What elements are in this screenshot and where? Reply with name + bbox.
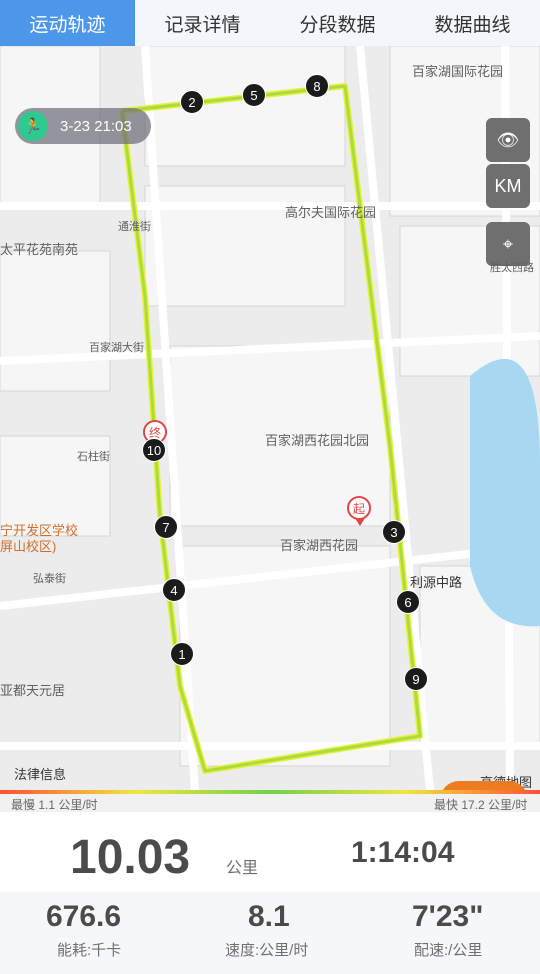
tab-splits[interactable]: 分段数据 — [270, 0, 405, 46]
tab-details[interactable]: 记录详情 — [135, 0, 270, 46]
route-marker-8[interactable]: 8 — [305, 74, 329, 98]
calories-value: 676.6 — [46, 900, 122, 933]
map-label-xihuayuan: 百家湖西花园 — [280, 538, 359, 553]
tab-track[interactable]: 运动轨迹 — [0, 0, 135, 46]
map-label-gaoerfu: 高尔夫国际花园 — [285, 205, 377, 220]
legal-info-link[interactable]: 法律信息 — [14, 764, 66, 783]
tab-curve[interactable]: 数据曲线 — [405, 0, 540, 46]
date-text: 3-23 21:03 — [60, 117, 132, 135]
map-graphics — [0, 46, 540, 791]
map-label-hongtai: 弘泰街 — [33, 573, 66, 585]
map-label-baijiahu-guoji: 百家湖国际花园 — [412, 64, 504, 79]
map-label-tonghuai: 通淮街 — [118, 221, 151, 233]
secondary-stats: 676.6 能耗:千卡 8.1 速度:公里/时 7'23" 配速:/公里 — [0, 892, 540, 974]
start-pin[interactable]: 起 — [347, 496, 371, 526]
main-stats: 10.03 公里 1:14:04 — [0, 812, 540, 892]
distance-value: 10.03 — [70, 831, 191, 884]
calories-label: 能耗:千卡 — [57, 942, 122, 959]
distance-unit: 公里 — [226, 860, 259, 877]
map-label-taiping: 太平花苑南苑 — [0, 242, 79, 257]
route-marker-10[interactable]: 10 — [142, 438, 166, 462]
map-label-school-line2: 屏山校区) — [0, 539, 57, 554]
route-marker-3[interactable]: 3 — [382, 520, 406, 544]
route-marker-4[interactable]: 4 — [162, 578, 186, 602]
map-label-yadu: 亚都天元居 — [0, 683, 66, 698]
running-icon: 🏃 — [18, 111, 48, 141]
km-button[interactable]: KM — [486, 164, 530, 208]
route-marker-1[interactable]: 1 — [170, 642, 194, 666]
map-label-liyuan-zhonglu: 利源中路 — [410, 575, 463, 590]
km-label: KM — [494, 175, 522, 196]
route-marker-9[interactable]: 9 — [404, 667, 428, 691]
eye-icon: 👁 — [496, 129, 520, 150]
speed-value: 8.1 — [248, 900, 290, 933]
map-label-xihuayuan-beiyuan: 百家湖西花园北园 — [265, 433, 370, 448]
speed-min: 最慢 1.1 公里/时 — [11, 798, 98, 812]
speed-max: 最快 17.2 公里/时 — [434, 798, 528, 812]
top-tabs: 运动轨迹 记录详情 分段数据 数据曲线 — [0, 0, 540, 47]
route-marker-2[interactable]: 2 — [180, 90, 204, 114]
map-label-shengtai: 胜太西路 — [490, 262, 534, 274]
speed-color-bar — [0, 790, 540, 794]
route-marker-6[interactable]: 6 — [396, 590, 420, 614]
pace-label: 配速:/公里 — [414, 942, 483, 959]
map-label-shizhu: 石柱街 — [77, 451, 110, 463]
eye-button[interactable]: 👁 — [486, 118, 530, 162]
route-marker-7[interactable]: 7 — [154, 515, 178, 539]
map-pin-icon: ⌖ — [502, 233, 514, 254]
map-view[interactable]: 🏃 3-23 21:03 👁 KM ⌖ 百家湖国际花园 高尔夫国际花园 太平花苑… — [0, 46, 540, 791]
duration-value: 1:14:04 — [351, 836, 455, 869]
date-chip[interactable]: 🏃 3-23 21:03 — [15, 108, 151, 144]
map-label-baijiahu-dajie: 百家湖大街 — [89, 342, 144, 354]
speed-label: 速度:公里/时 — [225, 942, 309, 959]
route-marker-5[interactable]: 5 — [242, 83, 266, 107]
pace-value: 7'23" — [412, 900, 484, 933]
